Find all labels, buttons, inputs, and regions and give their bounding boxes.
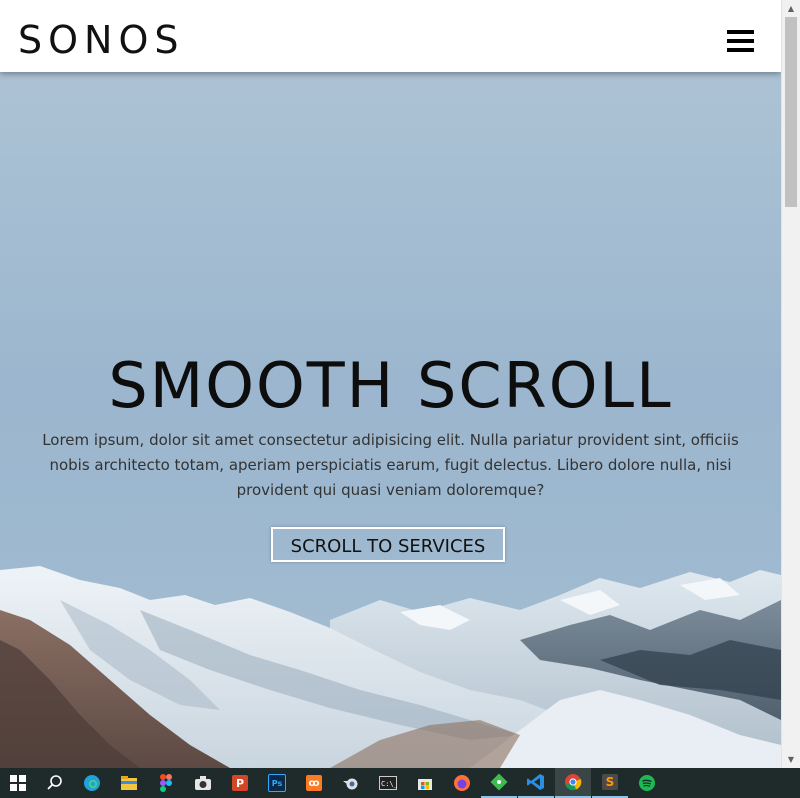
blender-icon[interactable] (333, 768, 369, 798)
spotify-icon[interactable] (629, 768, 665, 798)
vertical-scrollbar[interactable]: ▲ ▼ (781, 0, 800, 768)
scroll-to-services-button[interactable]: SCROLL TO SERVICES (271, 527, 505, 562)
edge-browser-icon[interactable] (74, 768, 110, 798)
windows-start-icon[interactable] (0, 768, 36, 798)
hamburger-bar (727, 30, 754, 34)
powerpoint-icon[interactable]: P (222, 768, 258, 798)
hamburger-bar (727, 39, 754, 43)
figma-icon[interactable] (148, 768, 184, 798)
camera-icon[interactable] (185, 768, 221, 798)
search-icon[interactable] (37, 768, 73, 798)
firefox-icon[interactable] (444, 768, 480, 798)
photoshop-icon[interactable]: Ps (259, 768, 295, 798)
chrome-icon[interactable] (555, 768, 591, 798)
xampp-icon[interactable]: ꝏ (296, 768, 332, 798)
file-explorer-icon[interactable] (111, 768, 147, 798)
svg-text:C:\_: C:\_ (381, 780, 397, 788)
command-prompt-icon[interactable]: C:\_ (370, 768, 406, 798)
browser-window: SONOS SMOOTH SCROLL Lorem ipsum, dolor s… (0, 0, 800, 768)
hamburger-bar (727, 48, 754, 52)
hero-title: SMOOTH SCROLL (108, 349, 673, 422)
microsoft-store-icon[interactable] (407, 768, 443, 798)
hero-description: Lorem ipsum, dolor sit amet consectetur … (42, 431, 739, 499)
site-header: SONOS (0, 0, 781, 72)
page-viewport: SONOS SMOOTH SCROLL Lorem ipsum, dolor s… (0, 0, 781, 768)
vscode-icon[interactable] (518, 768, 554, 798)
windows-taskbar: P Ps ꝏ C:\_ S (0, 768, 800, 798)
scrollbar-thumb[interactable] (785, 17, 797, 207)
sonos-logo[interactable]: SONOS (18, 16, 185, 64)
sublime-text-icon[interactable]: S (592, 768, 628, 798)
scroll-down-arrow-icon[interactable]: ▼ (782, 751, 800, 768)
hamburger-menu-icon[interactable] (724, 27, 756, 55)
scroll-up-arrow-icon[interactable]: ▲ (782, 0, 800, 17)
git-icon[interactable] (481, 768, 517, 798)
